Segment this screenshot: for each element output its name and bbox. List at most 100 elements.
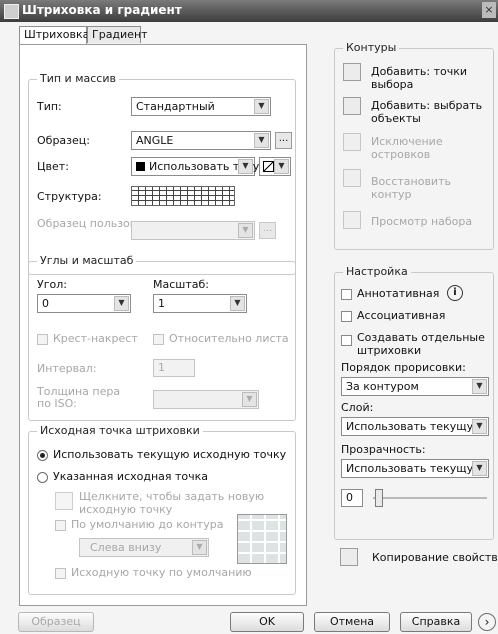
store-default-origin-label: Исходную точку по умолчанию (71, 566, 252, 579)
use-current-origin-label: Использовать текущую исходную точку (53, 448, 287, 461)
hatch-gradient-dialog: Штриховка и градиент × Штриховка Градиен… (0, 0, 498, 634)
scale-label: Масштаб: (153, 278, 209, 291)
draw-order-label: Порядок прорисовки: (341, 361, 466, 374)
add-pick-points-button[interactable]: Добавить: точки выбора (371, 65, 489, 91)
add-pick-points-icon[interactable] (343, 63, 361, 81)
use-current-origin-radio[interactable] (37, 450, 48, 461)
recreate-boundary-button: Восстановить контур (371, 175, 451, 201)
separate-hatches-checkbox[interactable] (341, 335, 352, 346)
recreate-boundary-icon (343, 169, 361, 187)
angle-scale-legend: Углы и масштаб (37, 254, 137, 267)
draw-order-select[interactable]: За контуром ▼ (341, 377, 489, 396)
tab-gradient[interactable]: Градиент (87, 26, 148, 43)
remove-boundaries-icon (343, 133, 361, 151)
background-color-select[interactable]: ▼ (259, 157, 291, 176)
type-pattern-group: Тип и массив Тип: Стандартный ▼ Образец:… (28, 72, 296, 275)
no-fill-icon (263, 161, 274, 172)
iso-pen-width-select: ▼ (153, 390, 259, 409)
transparency-value-input[interactable]: 0 (341, 489, 363, 507)
info-icon[interactable]: i (447, 285, 463, 301)
chevron-down-icon: ▼ (242, 392, 257, 407)
structure-label: Структура: (37, 190, 102, 203)
app-icon (4, 4, 19, 19)
transparency-slider[interactable] (367, 489, 487, 507)
annotative-label: Аннотативная (357, 287, 440, 300)
view-selections-icon (343, 211, 361, 229)
angle-select[interactable]: 0 ▼ (37, 294, 131, 313)
pattern-swatch-preview[interactable] (131, 186, 235, 206)
separate-hatches-label: Создавать отдельные штриховки (357, 331, 485, 357)
chevron-down-icon: ▼ (472, 419, 487, 434)
slider-thumb[interactable] (375, 489, 383, 507)
more-options-button[interactable]: › (478, 613, 496, 631)
window-title: Штриховка и градиент (22, 3, 182, 17)
associative-checkbox[interactable] (341, 311, 352, 322)
chevron-down-icon: ▼ (238, 223, 253, 238)
default-extents-label: По умолчанию до контура (71, 518, 224, 531)
cancel-button[interactable]: Отмена (314, 612, 390, 632)
chevron-down-icon: ▼ (114, 296, 129, 311)
boundaries-legend: Контуры (343, 41, 400, 54)
custom-pattern-select: ▼ (131, 221, 255, 240)
ok-button[interactable]: OK (230, 612, 304, 632)
click-to-set-origin-label: Щелкните, чтобы задать новую исходную то… (79, 490, 265, 516)
layer-select[interactable]: Использовать текущую ▼ (341, 417, 489, 436)
double-label: Крест-накрест (53, 332, 138, 345)
remove-islands-button: Исключение островков (371, 135, 443, 161)
inherit-properties-icon[interactable] (340, 548, 358, 566)
angle-scale-group: Углы и масштаб Угол: 0 ▼ Масштаб: 1 ▼ Кр… (28, 254, 296, 421)
tab-hatch[interactable]: Штриховка (19, 26, 89, 45)
chevron-down-icon: ▼ (230, 296, 245, 311)
relative-paper-checkbox (153, 334, 164, 345)
boundaries-group: Контуры Добавить: точки выбора Добавить:… (334, 41, 494, 250)
store-default-origin-checkbox (55, 568, 66, 579)
spacing-label: Интервал: (37, 362, 97, 375)
chevron-down-icon: ▼ (238, 159, 253, 174)
pattern-browse-button[interactable]: ... (275, 132, 292, 149)
specified-origin-radio[interactable] (37, 472, 48, 483)
scale-select[interactable]: 1 ▼ (153, 294, 247, 313)
chevron-down-icon: ▼ (254, 99, 269, 114)
pattern-select[interactable]: ANGLE ▼ (131, 131, 271, 150)
color-select[interactable]: Использовать теку ▼ (131, 157, 259, 176)
type-label: Тип: (37, 100, 62, 113)
type-pattern-legend: Тип и массив (37, 72, 119, 85)
default-extents-checkbox (55, 520, 66, 531)
annotative-checkbox[interactable] (341, 289, 352, 300)
chevron-down-icon: ▼ (254, 133, 269, 148)
slider-track (373, 497, 487, 499)
origin-position-select: Слева внизу ▼ (79, 538, 209, 557)
hatch-origin-group: Исходная точка штриховки Использовать те… (28, 424, 296, 595)
close-button[interactable]: × (482, 2, 496, 18)
inherit-properties-button[interactable]: Копирование свойств (372, 551, 498, 564)
specified-origin-label: Указанная исходная точка (53, 470, 209, 483)
hatch-tab-panel: Тип и массив Тип: Стандартный ▼ Образец:… (19, 44, 307, 606)
spacing-input: 1 (153, 359, 195, 377)
custom-pattern-browse-button: ... (259, 222, 276, 239)
type-select[interactable]: Стандартный ▼ (131, 97, 271, 116)
view-selections-button: Просмотр набора (371, 215, 473, 228)
help-button[interactable]: Справка (400, 612, 472, 632)
hatch-origin-legend: Исходная точка штриховки (37, 424, 203, 437)
pattern-label: Образец: (37, 134, 90, 147)
angle-label: Угол: (37, 278, 67, 291)
add-select-objects-icon[interactable] (343, 97, 361, 115)
layer-label: Слой: (341, 401, 374, 414)
iso-pen-width-label: Толщина пера по ISO: (37, 385, 121, 410)
chevron-down-icon: ▼ (472, 379, 487, 394)
chevron-down-icon: ▼ (274, 159, 289, 174)
options-legend: Настройка (343, 265, 411, 278)
title-bar: Штриховка и градиент × (0, 0, 498, 22)
chevron-down-icon: ▼ (472, 461, 487, 476)
color-swatch (136, 162, 145, 171)
transparency-select[interactable]: Использовать текущую ▼ (341, 459, 489, 478)
options-group: Настройка Аннотативная i Ассоциативная С… (334, 265, 494, 540)
color-label: Цвет: (37, 160, 69, 173)
pick-point-icon (55, 492, 73, 510)
transparency-label: Прозрачность: (341, 443, 426, 456)
chevron-down-icon: ▼ (192, 540, 207, 555)
origin-preview-image (237, 514, 287, 564)
relative-paper-label: Относительно листа (169, 332, 289, 345)
add-select-objects-button[interactable]: Добавить: выбрать объекты (371, 99, 489, 125)
double-checkbox (37, 334, 48, 345)
